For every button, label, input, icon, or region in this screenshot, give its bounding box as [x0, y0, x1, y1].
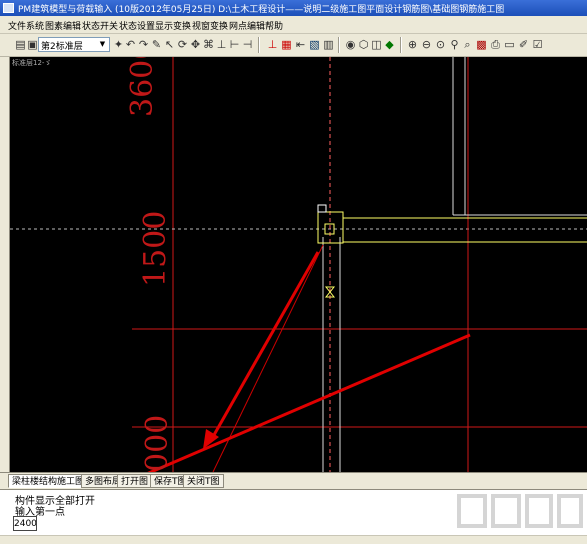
- tab-open-drawing[interactable]: 打开图: [117, 474, 153, 488]
- toolbar-separator: [338, 37, 340, 53]
- menu-view-transform[interactable]: 视窗变换: [192, 19, 228, 32]
- menu-bar: 文件系统 图素编辑 状态开关 状态设置 显示变换 视窗变换 网点编辑 帮助: [0, 16, 587, 34]
- annotation-arrow: [208, 251, 320, 443]
- app-icon: [3, 3, 14, 13]
- zoom-in-icon[interactable]: ⊕: [406, 38, 419, 51]
- cad-drawing[interactable]: [10, 57, 587, 472]
- cube-icon[interactable]: ⬡: [357, 38, 370, 51]
- menu-element-edit[interactable]: 图素编辑: [45, 19, 81, 32]
- undo-icon[interactable]: ↶: [124, 38, 137, 51]
- layer-icon[interactable]: ▧: [308, 38, 321, 51]
- pencil-icon[interactable]: ✎: [150, 38, 163, 51]
- dimension-text: 1500: [138, 210, 173, 287]
- chevron-down-icon[interactable]: ▼: [97, 39, 108, 50]
- zoom-prev-icon[interactable]: ⌕: [461, 38, 474, 51]
- zoom-window-icon[interactable]: ⊙: [434, 38, 447, 51]
- render-icon[interactable]: ◆: [383, 38, 396, 51]
- annotation-arrow: [147, 333, 471, 472]
- menu-file[interactable]: 文件系统: [8, 19, 44, 32]
- axis-icon[interactable]: ⊥: [266, 38, 279, 51]
- zoom-out-icon[interactable]: ⊖: [420, 38, 433, 51]
- rotate-icon[interactable]: ⟳: [176, 38, 189, 51]
- zoom-all-icon[interactable]: ◉: [344, 38, 357, 51]
- dimension-text: 3600: [125, 57, 160, 117]
- title-bar: PM建筑模型与荷载输入 (10版2012年05月25日) D:\土木工程设计——…: [0, 0, 587, 16]
- properties-icon[interactable]: ▩: [475, 38, 488, 51]
- box-icon[interactable]: ◫: [370, 38, 383, 51]
- toolbar: ▤ ▣ 第2标准层 ▼ ✦ ↶ ↷ ✎ ↖ ⟳ ✥ ⌘ ⊥ ⊢ ⊣ ⊥ ▦ ⇤ …: [0, 34, 587, 57]
- menu-status-toggle[interactable]: 状态开关: [82, 19, 118, 32]
- document-icon[interactable]: ▭: [503, 38, 516, 51]
- toolbar-separator: [400, 37, 402, 53]
- pan-icon[interactable]: ⚲: [448, 38, 461, 51]
- command-prompt-line: 输入第一点: [15, 507, 65, 518]
- redo-icon[interactable]: ↷: [137, 38, 150, 51]
- column-marker: [317, 204, 327, 213]
- break-icon[interactable]: ⊢: [228, 38, 241, 51]
- watermark-logo: [457, 494, 583, 528]
- menu-status-settings[interactable]: 状态设置: [119, 19, 155, 32]
- check-icon[interactable]: ☑: [531, 38, 544, 51]
- menu-display-transform[interactable]: 显示变换: [155, 19, 191, 32]
- trim-icon[interactable]: ⊥: [215, 38, 228, 51]
- drawing-canvas[interactable]: 标准层12-ゞ 3600 1500 000: [10, 57, 587, 472]
- print-icon[interactable]: ⎙: [489, 38, 502, 51]
- edit-icon[interactable]: ✐: [517, 38, 530, 51]
- left-frame: [0, 57, 10, 472]
- mirror-icon[interactable]: ⌘: [202, 38, 215, 51]
- command-input[interactable]: [13, 516, 37, 531]
- grid-icon[interactable]: ▦: [280, 38, 293, 51]
- layer-select[interactable]: 第2标准层 ▼: [38, 37, 110, 52]
- tab-close-drawing[interactable]: 关闭T图: [183, 474, 224, 488]
- dimension-text: 000: [140, 414, 175, 472]
- text-icon[interactable]: ⇤: [294, 38, 307, 51]
- layer-select-value: 第2标准层: [41, 42, 83, 52]
- select-icon[interactable]: ↖: [163, 38, 176, 51]
- toolbar-separator: [258, 37, 260, 53]
- menu-help[interactable]: 帮助: [265, 19, 283, 32]
- menu-grid-edit[interactable]: 网点编辑: [229, 19, 265, 32]
- window-title: PM建筑模型与荷载输入 (10版2012年05月25日) D:\土木工程设计——…: [18, 5, 505, 15]
- move-icon[interactable]: ✥: [189, 38, 202, 51]
- hatch-icon[interactable]: ▥: [322, 38, 335, 51]
- extend-icon[interactable]: ⊣: [241, 38, 254, 51]
